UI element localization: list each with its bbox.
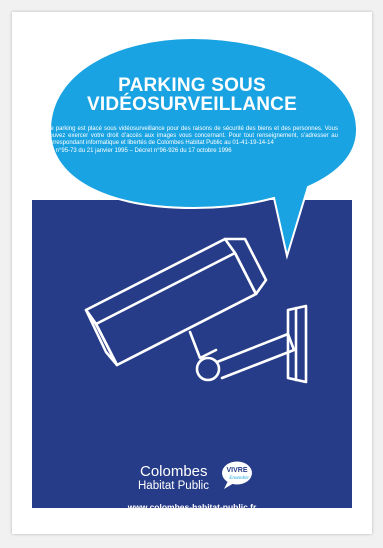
vivre-ensemble-logo: VIVRE Ensemble	[222, 461, 252, 489]
website-url: www.colombes-habitat-public.fr	[127, 502, 257, 512]
svg-text:Ensemble: Ensemble	[228, 476, 249, 481]
logo-subtitle: Habitat Public	[138, 480, 209, 492]
poster-sheet: PARKING SOUS VIDÉOSURVEILLANCE Ce parkin…	[12, 12, 372, 534]
svg-text:VIVRE: VIVRE	[226, 467, 247, 474]
logo-name: Colombes	[140, 463, 208, 480]
security-camera-icon	[84, 237, 308, 384]
